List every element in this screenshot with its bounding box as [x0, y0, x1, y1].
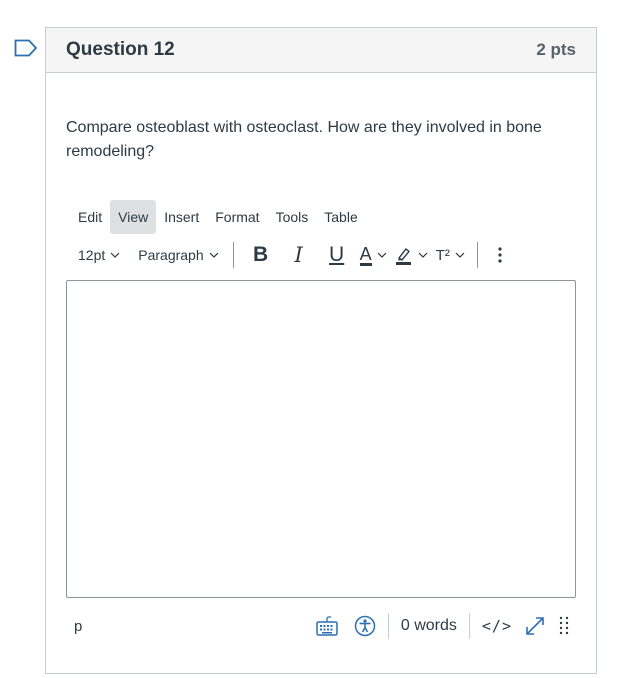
underline-button[interactable]: U [318, 240, 356, 270]
menu-table[interactable]: Table [316, 200, 365, 234]
word-count[interactable]: 0 words [395, 617, 463, 635]
menu-edit[interactable]: Edit [70, 200, 110, 234]
toolbar-divider [476, 242, 478, 268]
italic-button[interactable]: I [280, 240, 318, 270]
editor-toolbar: 12pt Paragraph B I U A T² [72, 240, 514, 270]
flag-question-icon[interactable] [14, 39, 38, 57]
chevron-down-icon [455, 252, 465, 258]
superscript-icon: T² [435, 246, 450, 264]
editor-menubar: Edit View Insert Format Tools Table [70, 200, 366, 234]
editor-statusbar: p 0 words </> [66, 610, 576, 642]
keyboard-icon [316, 616, 338, 636]
question-card: Question 12 2 pts Compare osteoblast wit… [45, 27, 597, 674]
resize-handle[interactable] [552, 610, 576, 642]
superscript-button[interactable]: T² [432, 240, 469, 270]
question-text: Compare osteoblast with osteoclast. How … [66, 119, 542, 160]
menu-format[interactable]: Format [207, 200, 267, 234]
chevron-down-icon [418, 252, 428, 258]
vertical-dots-icon [498, 247, 502, 263]
menu-insert[interactable]: Insert [156, 200, 207, 234]
font-size-value: 12pt [78, 247, 106, 263]
statusbar-divider [468, 613, 470, 639]
font-size-dropdown[interactable]: 12pt [72, 240, 126, 270]
highlighter-icon [395, 247, 411, 265]
rich-text-editor-area[interactable] [66, 280, 576, 598]
block-format-value: Paragraph [138, 247, 204, 263]
chevron-down-icon [377, 252, 387, 258]
block-format-dropdown[interactable]: Paragraph [132, 240, 224, 270]
bold-button[interactable]: B [242, 240, 280, 270]
text-color-button[interactable]: A [356, 240, 391, 270]
accessibility-icon [354, 615, 376, 637]
question-header: Question 12 2 pts [46, 28, 596, 73]
accessibility-checker-button[interactable] [348, 610, 382, 642]
question-title: Question 12 [66, 39, 175, 60]
toolbar-divider [232, 242, 234, 268]
menu-tools[interactable]: Tools [268, 200, 317, 234]
keyboard-shortcuts-button[interactable] [310, 610, 344, 642]
highlight-color-button[interactable] [391, 240, 432, 270]
fullscreen-button[interactable] [518, 610, 552, 642]
text-color-icon: A [359, 243, 372, 266]
chevron-down-icon [110, 252, 120, 258]
html-editor-toggle[interactable]: </> [476, 617, 518, 635]
question-points: 2 pts [536, 40, 576, 59]
menu-view[interactable]: View [110, 200, 157, 234]
chevron-down-icon [209, 252, 219, 258]
more-options-button[interactable] [486, 240, 514, 270]
statusbar-divider [387, 613, 389, 639]
drag-handle-icon [559, 616, 569, 635]
expand-icon [526, 617, 544, 635]
element-path[interactable]: p [74, 618, 82, 635]
